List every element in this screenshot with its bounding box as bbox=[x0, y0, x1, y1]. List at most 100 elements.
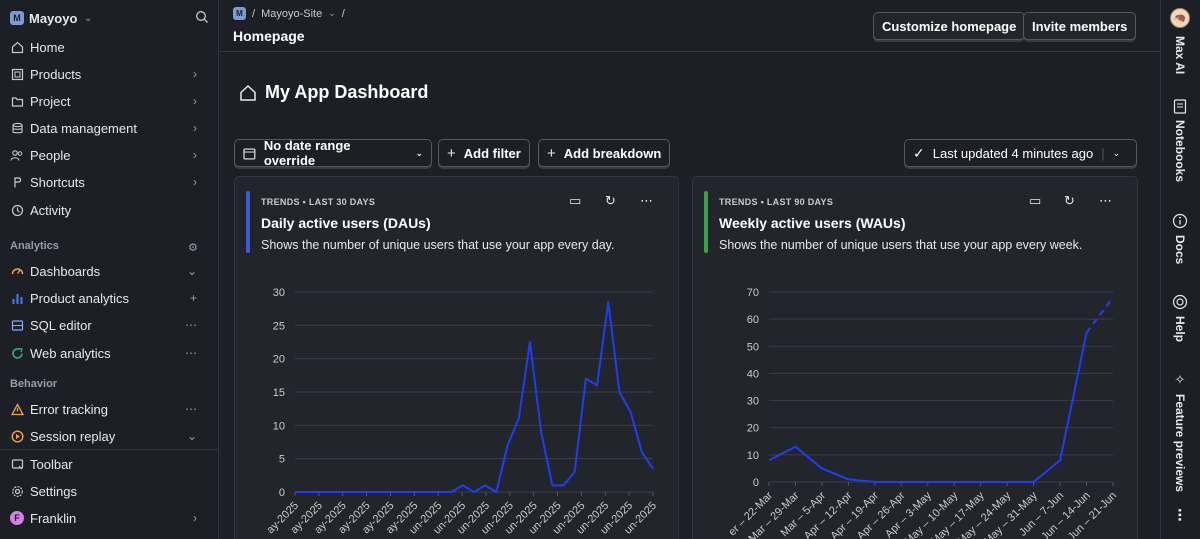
sql-table-icon bbox=[10, 318, 24, 332]
sidebar-item-label: People bbox=[30, 147, 71, 163]
divider: | bbox=[1101, 145, 1105, 161]
breadcrumb-separator: / bbox=[252, 7, 256, 20]
insight-card-dau[interactable]: TRENDS • LAST 30 DAYS Daily active users… bbox=[234, 176, 679, 539]
chevron-down-icon[interactable]: ⌄ bbox=[1113, 148, 1121, 159]
sidebar-item-error-tracking[interactable]: Error tracking ⋯ bbox=[0, 397, 219, 421]
folder-icon bbox=[10, 94, 24, 108]
sidebar-item-people[interactable]: People › bbox=[0, 143, 219, 167]
chevron-right-icon: › bbox=[193, 511, 197, 525]
dashboard-gauge-icon bbox=[10, 264, 24, 278]
sidebar-item-web-analytics[interactable]: Web analytics ⋯ bbox=[0, 341, 219, 365]
add-breakdown-button[interactable]: + Add breakdown bbox=[538, 139, 671, 167]
sidebar-item-dashboards[interactable]: Dashboards ⌄ bbox=[0, 259, 219, 283]
avatar-wrapper: F bbox=[10, 511, 24, 525]
breadcrumb: M / Mayoyo-Site ⌄ / bbox=[233, 7, 345, 20]
sparkle-icon: ✧ bbox=[1174, 372, 1186, 387]
refresh-status-button[interactable]: ✓ Last updated 4 minutes ago | ⌄ bbox=[904, 139, 1137, 167]
shortcut-icon bbox=[10, 175, 24, 189]
y-tick-label: 0 bbox=[279, 487, 285, 499]
page-title: Homepage bbox=[233, 28, 305, 44]
top-header: M / Mayoyo-Site ⌄ / Homepage Customize h… bbox=[220, 0, 1160, 52]
sidebar-item-toolbar[interactable]: Toolbar bbox=[0, 452, 219, 476]
section-header-analytics: Analytics bbox=[10, 240, 59, 252]
more-icon: ⋯ bbox=[1172, 508, 1188, 522]
chevron-right-icon: › bbox=[193, 175, 197, 189]
rail-label: Notebooks bbox=[1173, 120, 1187, 183]
sidebar-item-shortcuts[interactable]: Shortcuts › bbox=[0, 170, 219, 194]
series-line bbox=[768, 332, 1088, 483]
y-tick-label: 10 bbox=[273, 420, 285, 432]
y-tick-label: 30 bbox=[747, 396, 759, 408]
check-icon: ✓ bbox=[913, 144, 925, 161]
search-icon[interactable] bbox=[195, 10, 209, 24]
sidebar-item-products[interactable]: Products › bbox=[0, 62, 219, 86]
invite-members-button[interactable]: Invite members bbox=[1023, 12, 1137, 40]
y-tick-label: 10 bbox=[747, 450, 759, 462]
sidebar-item-account[interactable]: F Franklin › bbox=[0, 506, 219, 530]
rail-item-notebooks[interactable]: Notebooks bbox=[1164, 98, 1196, 182]
rail-item-max-ai[interactable]: Max AI bbox=[1164, 36, 1196, 74]
rail-label: Feature previews bbox=[1173, 394, 1187, 493]
sidebar-item-label: Session replay bbox=[30, 428, 116, 444]
bar-chart-icon bbox=[10, 291, 24, 305]
more-icon[interactable]: ⋯ bbox=[185, 318, 197, 332]
customize-homepage-button[interactable]: Customize homepage bbox=[873, 12, 1026, 40]
sidebar-item-settings[interactable]: Settings bbox=[0, 479, 219, 503]
sidebar-item-project[interactable]: Project › bbox=[0, 89, 219, 113]
sidebar-item-label: Data management bbox=[30, 120, 137, 136]
sidebar-item-label: Project bbox=[30, 93, 71, 109]
y-tick-label: 0 bbox=[753, 477, 759, 489]
more-icon[interactable]: ⋯ bbox=[185, 402, 197, 416]
sidebar-item-label: Shortcuts bbox=[30, 174, 85, 190]
date-range-select[interactable]: No date range override ⌄ bbox=[234, 138, 432, 168]
sidebar-item-session-replay[interactable]: Session replay ⌄ bbox=[0, 424, 219, 448]
people-icon bbox=[10, 148, 24, 162]
breadcrumb-separator: / bbox=[341, 7, 345, 20]
workspace-switcher[interactable]: M Mayoyo ⌄ bbox=[10, 9, 92, 27]
rail-item-help[interactable]: Help bbox=[1164, 294, 1196, 342]
info-icon bbox=[1172, 213, 1188, 229]
warning-icon bbox=[10, 402, 24, 416]
lifebuoy-icon bbox=[1172, 294, 1188, 310]
rail-label: Help bbox=[1173, 316, 1187, 343]
sidebar-item-activity[interactable]: Activity bbox=[0, 198, 219, 222]
y-tick-label: 40 bbox=[747, 368, 759, 380]
plus-icon: + bbox=[447, 144, 456, 162]
home-icon bbox=[240, 84, 256, 101]
sidebar-item-product-analytics[interactable]: Product analytics + bbox=[0, 286, 219, 310]
add-filter-label: Add filter bbox=[463, 145, 521, 161]
rail-label: Docs bbox=[1173, 235, 1187, 265]
dashboard-title-text: My App Dashboard bbox=[265, 82, 429, 102]
toolbar-icon bbox=[10, 457, 24, 471]
sidebar-item-home[interactable]: Home bbox=[0, 35, 219, 59]
chevron-down-icon[interactable]: ⌄ bbox=[328, 8, 336, 19]
add-filter-button[interactable]: + Add filter bbox=[438, 139, 530, 167]
chevron-down-icon: ⌄ bbox=[186, 264, 197, 278]
chevron-right-icon: › bbox=[193, 94, 197, 108]
rail-more-button[interactable]: ⋯ bbox=[1164, 508, 1196, 522]
section-header-behavior: Behavior bbox=[10, 378, 58, 390]
add-breakdown-label: Add breakdown bbox=[563, 145, 662, 161]
rail-label: Max AI bbox=[1173, 36, 1187, 75]
rail-item-feature-previews[interactable]: ✧ Feature previews bbox=[1164, 372, 1196, 492]
last-updated-label: Last updated 4 minutes ago bbox=[932, 145, 1094, 161]
chevron-down-icon: ⌄ bbox=[415, 147, 423, 158]
products-icon bbox=[10, 67, 24, 81]
breadcrumb-project[interactable]: Mayoyo-Site bbox=[261, 8, 322, 20]
gear-icon[interactable]: ⚙ bbox=[188, 241, 198, 254]
y-tick-label: 60 bbox=[747, 314, 759, 326]
insight-card-wau[interactable]: TRENDS • LAST 90 DAYS Weekly active user… bbox=[692, 176, 1138, 539]
sidebar-item-sql-editor[interactable]: SQL editor ⋯ bbox=[0, 313, 219, 337]
max-ai-avatar[interactable]: 🦔 bbox=[1170, 8, 1190, 28]
plus-icon[interactable]: + bbox=[190, 291, 197, 305]
sidebar-item-data-management[interactable]: Data management › bbox=[0, 116, 219, 140]
chevron-down-icon: ⌄ bbox=[84, 12, 92, 23]
series-line-incomplete bbox=[1085, 296, 1114, 334]
rail-item-docs[interactable]: Docs bbox=[1164, 213, 1196, 264]
dashboard-title: My App Dashboard bbox=[239, 82, 428, 103]
y-tick-label: 25 bbox=[273, 320, 285, 332]
more-icon[interactable]: ⋯ bbox=[185, 346, 197, 360]
sidebar-item-label: Franklin bbox=[30, 510, 77, 526]
chevron-right-icon: › bbox=[193, 121, 197, 135]
database-icon bbox=[10, 121, 24, 135]
